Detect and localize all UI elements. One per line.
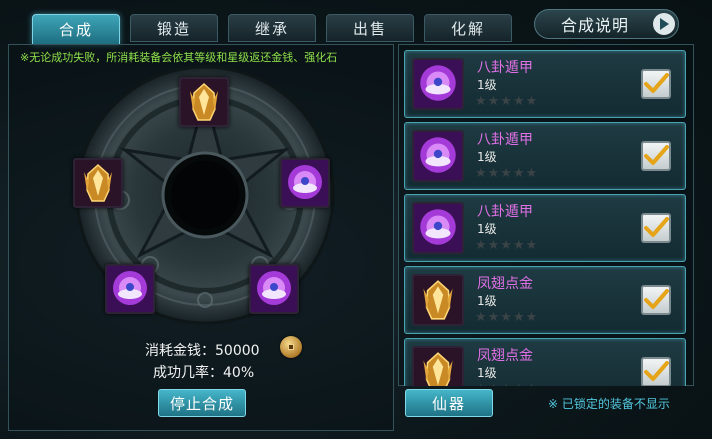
equipment-row[interactable]: 凤翅点金 1级 ★★★★★ (404, 338, 686, 386)
purple-orb-icon (414, 60, 462, 108)
golden-helmet-icon (414, 276, 462, 324)
equipment-name: 八卦遁甲 (477, 132, 533, 148)
checkmark-icon (644, 217, 669, 237)
category-xianqi-button[interactable]: 仙器 (405, 389, 493, 417)
equipment-thumbnail (412, 346, 464, 386)
equipment-list[interactable]: 八卦遁甲 1级 ★★★★★ 八卦遁甲 1级 ★★★★★ 八卦遁甲 1级 ★★★★… (404, 50, 686, 386)
purple-orb-icon (282, 160, 328, 206)
golden-helmet-icon (414, 348, 462, 386)
star-rating: ★★★★★ (475, 238, 539, 253)
material-slot-right[interactable] (280, 158, 330, 208)
gold-coin-icon (280, 336, 302, 358)
success-rate-line: 成功几率：40% (153, 362, 254, 382)
equipment-thumbnail (412, 58, 464, 110)
material-slot-bottom-right[interactable] (249, 264, 299, 314)
equipment-level: 1级 (477, 294, 497, 308)
star-rating: ★★★★★ (475, 94, 539, 109)
select-checkbox[interactable] (641, 141, 671, 171)
rate-value: 40% (223, 365, 255, 381)
equipment-thumbnail (412, 202, 464, 254)
material-slot-left[interactable] (73, 158, 123, 208)
purple-orb-icon (414, 204, 462, 252)
equipment-level: 1级 (477, 150, 497, 164)
cost-value: 50000 (215, 343, 260, 359)
purple-orb-icon (107, 266, 153, 312)
cost-label: 消耗金钱： (145, 343, 215, 359)
equipment-thumbnail (412, 274, 464, 326)
equipment-row[interactable]: 八卦遁甲 1级 ★★★★★ (404, 122, 686, 190)
rate-label: 成功几率： (153, 365, 223, 381)
locked-equipment-note: ※ 已锁定的装备不显示 (548, 397, 670, 411)
equipment-level: 1级 (477, 366, 497, 380)
material-slot-bottom-left[interactable] (105, 264, 155, 314)
equipment-level: 1级 (477, 78, 497, 92)
select-checkbox[interactable] (641, 69, 671, 99)
equipment-row[interactable]: 凤翅点金 1级 ★★★★★ (404, 266, 686, 334)
select-checkbox[interactable] (641, 285, 671, 315)
star-rating: ★★★★★ (475, 166, 539, 181)
select-checkbox[interactable] (641, 357, 671, 386)
equipment-name: 凤翅点金 (477, 348, 533, 364)
material-slot-top[interactable] (179, 77, 229, 127)
equipment-level: 1级 (477, 222, 497, 236)
equipment-row[interactable]: 八卦遁甲 1级 ★★★★★ (404, 194, 686, 262)
equipment-row[interactable]: 八卦遁甲 1级 ★★★★★ (404, 50, 686, 118)
select-checkbox[interactable] (641, 213, 671, 243)
star-rating: ★★★★★ (475, 382, 538, 386)
checkmark-icon (644, 73, 669, 93)
checkmark-icon (644, 361, 669, 381)
checkmark-icon (644, 145, 669, 165)
cost-line: 消耗金钱：50000 (145, 340, 260, 360)
equipment-name: 凤翅点金 (477, 276, 533, 292)
checkmark-icon (644, 289, 669, 309)
golden-helmet-icon (181, 79, 227, 125)
purple-orb-icon (414, 132, 462, 180)
star-rating: ★★★★★ (475, 310, 539, 325)
golden-helmet-icon (75, 160, 121, 206)
stop-synthesis-button[interactable]: 停止合成 (158, 389, 246, 417)
equipment-name: 八卦遁甲 (477, 204, 533, 220)
equipment-thumbnail (412, 130, 464, 182)
synthesis-window: 合成 锻造 继承 出售 化解 合成说明 ※无论成功失败，所消耗装备会依其等级和星… (0, 0, 712, 439)
equipment-name: 八卦遁甲 (477, 60, 533, 76)
purple-orb-icon (251, 266, 297, 312)
